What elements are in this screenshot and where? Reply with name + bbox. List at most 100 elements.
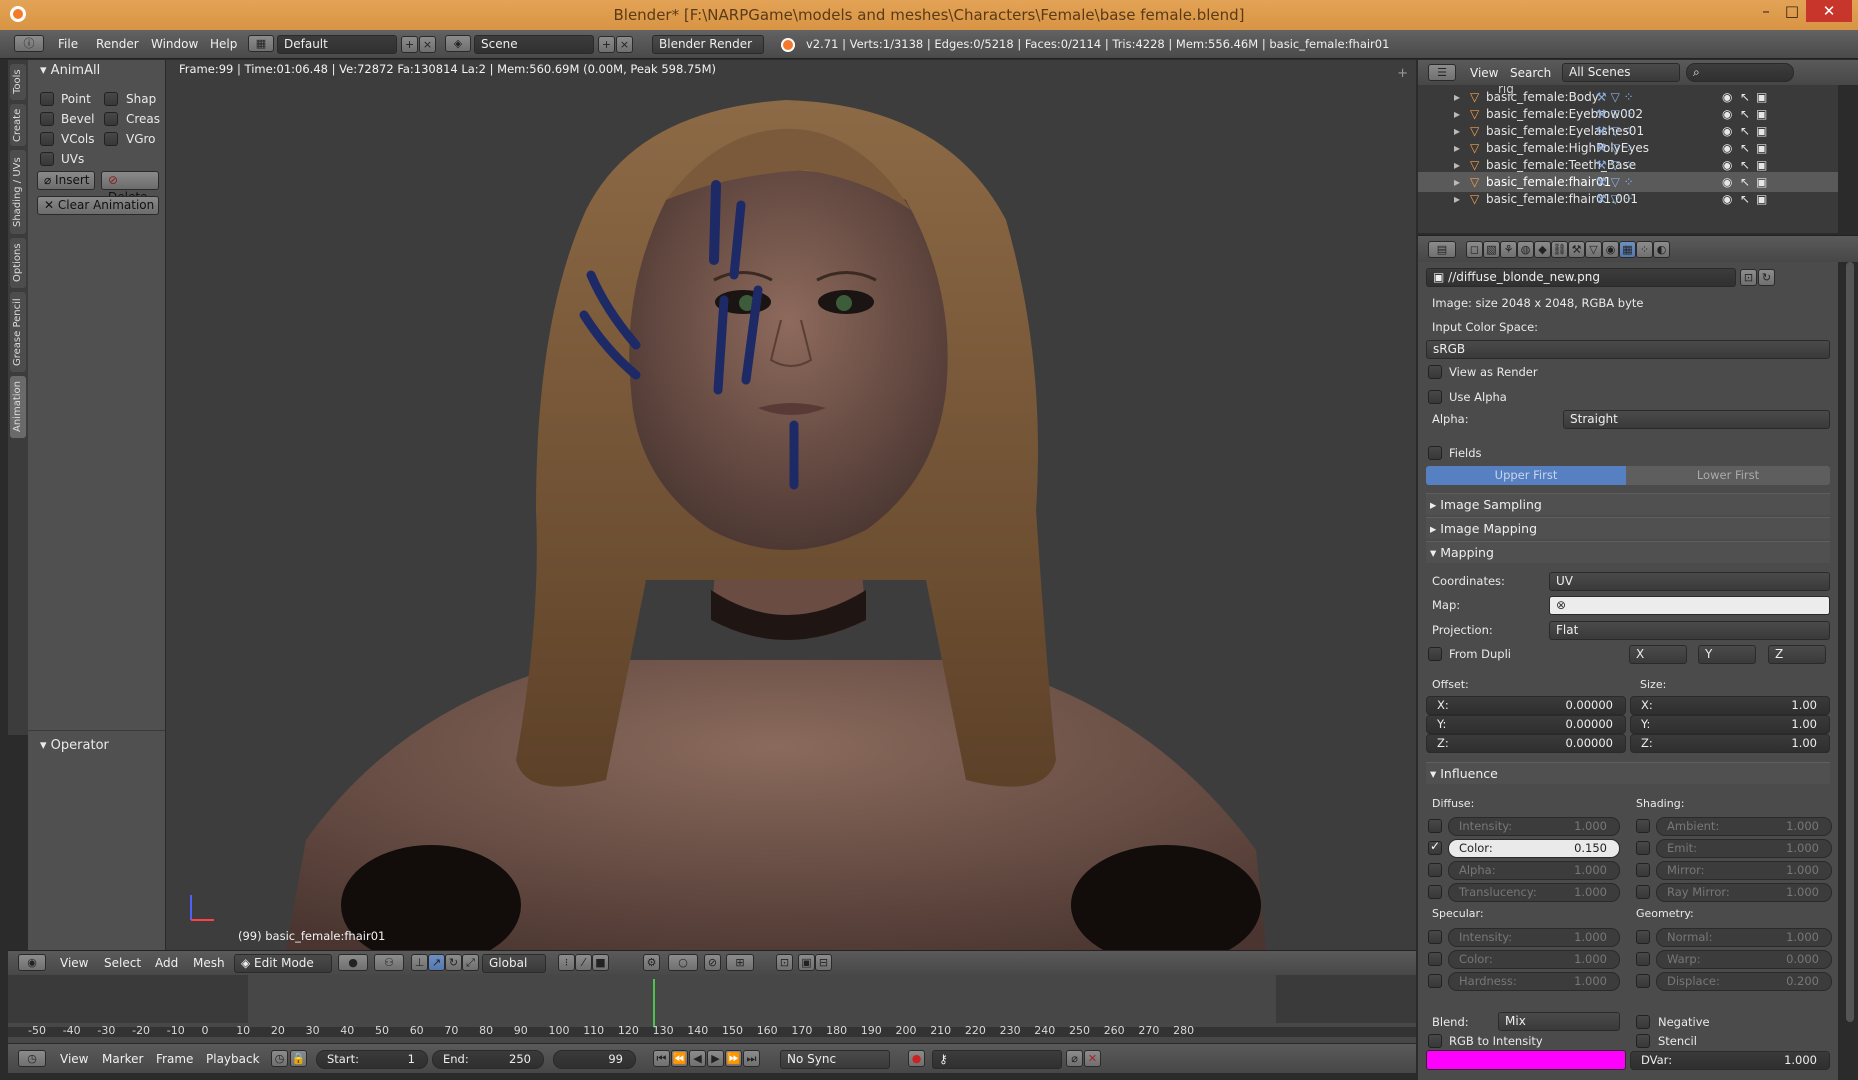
sync-select[interactable]: No Sync	[780, 1050, 890, 1069]
size-y-field[interactable]: Y: 1.00	[1630, 715, 1830, 734]
insert-keyframe-icon[interactable]: ⌀	[1066, 1050, 1083, 1067]
diffuse-0-checkbox[interactable]	[1428, 819, 1442, 833]
checkbox-shap[interactable]	[104, 92, 118, 106]
open-image-icon[interactable]: ⊡	[1740, 269, 1757, 286]
3d-viewport[interactable]: Frame:99 | Time:01:06.48 | Ve:72872 Fa:1…	[166, 60, 1416, 950]
reload-image-icon[interactable]: ↻	[1758, 269, 1775, 286]
diffuse-0-field[interactable]: Intensity: 1.000	[1448, 817, 1620, 836]
upper-first-toggle[interactable]: Upper First	[1426, 466, 1626, 485]
shading-2-field[interactable]: Mirror: 1.000	[1656, 861, 1832, 880]
menu-help[interactable]: Help	[210, 37, 237, 51]
start-frame-field[interactable]: Start: 1	[316, 1050, 428, 1069]
shading-3-checkbox[interactable]	[1636, 885, 1650, 899]
menu-timeline-view[interactable]: View	[60, 1052, 88, 1066]
timeline-area[interactable]	[8, 975, 1416, 1050]
checkbox-uvs[interactable]	[40, 152, 54, 166]
particles-tab-icon[interactable]: ⁘	[1636, 241, 1653, 258]
geometry-0-field[interactable]: Normal: 1.000	[1656, 928, 1832, 947]
influence-header[interactable]: ▾ Influence	[1426, 762, 1830, 784]
specular-2-checkbox[interactable]	[1428, 974, 1442, 988]
manipulator-toggle-icon[interactable]: ⊥	[411, 954, 428, 971]
menu-outliner-view[interactable]: View	[1470, 66, 1498, 80]
menu-playback[interactable]: Playback	[206, 1052, 260, 1066]
geometry-1-checkbox[interactable]	[1636, 952, 1650, 966]
animall-panel-header[interactable]: ▾ AnimAll	[40, 63, 100, 78]
snap-element-icon[interactable]: ⊞	[726, 954, 754, 971]
geometry-2-checkbox[interactable]	[1636, 974, 1650, 988]
specular-2-field[interactable]: Hardness: 1.000	[1448, 972, 1620, 991]
size-x-field[interactable]: X: 1.00	[1630, 696, 1830, 715]
lock-range-icon[interactable]: 🔒	[290, 1050, 307, 1067]
object-tab-icon[interactable]: ◆	[1534, 241, 1551, 258]
scene-tab-icon[interactable]: ⚘	[1500, 241, 1517, 258]
renderable-camera-icon[interactable]: ▣	[1756, 189, 1767, 209]
specular-0-checkbox[interactable]	[1428, 930, 1442, 944]
viewport-plus-icon[interactable]: +	[1397, 66, 1408, 81]
shading-3-field[interactable]: Ray Mirror: 1.000	[1656, 883, 1832, 902]
orientation-select[interactable]: Global	[482, 954, 546, 973]
record-icon[interactable]: ●	[908, 1050, 925, 1067]
add-scene-icon[interactable]: +	[598, 36, 615, 53]
modifiers-tab-icon[interactable]: ⚒	[1568, 241, 1585, 258]
diffuse-2-field[interactable]: Alpha: 1.000	[1448, 861, 1620, 880]
axis-z-select[interactable]: Z	[1768, 645, 1826, 664]
view-as-render-checkbox[interactable]	[1428, 365, 1442, 379]
preview-range-icon[interactable]: ◷	[271, 1050, 288, 1067]
clear-animation-button[interactable]: ✕ Clear Animation	[37, 196, 159, 215]
diffuse-2-checkbox[interactable]	[1428, 863, 1442, 877]
play-reverse-icon[interactable]: ◀	[689, 1050, 706, 1067]
lower-first-toggle[interactable]: Lower First	[1626, 466, 1830, 485]
tab-shading-uvs[interactable]: Shading / UVs	[10, 150, 26, 234]
opengl-icon[interactable]: ⊟	[815, 954, 832, 971]
keying-set-field[interactable]: ⚷	[932, 1050, 1062, 1069]
visibility-eye-icon[interactable]: ◉	[1722, 189, 1732, 209]
dvar-field[interactable]: DVar: 1.000	[1630, 1051, 1830, 1070]
tab-animation[interactable]: Animation	[10, 376, 26, 438]
image-path-field[interactable]: ▣ //diffuse_blonde_new.png	[1426, 268, 1736, 287]
stencil-checkbox[interactable]	[1636, 1034, 1650, 1048]
specular-0-field[interactable]: Intensity: 1.000	[1448, 928, 1620, 947]
checkbox-bevel[interactable]	[40, 112, 54, 126]
specular-1-checkbox[interactable]	[1428, 952, 1442, 966]
add-layout-icon[interactable]: +	[401, 36, 418, 53]
editor-type-timeline-icon[interactable]: ◷	[18, 1050, 46, 1067]
menu-select[interactable]: Select	[104, 956, 141, 970]
constraints-tab-icon[interactable]: ⛓	[1551, 241, 1568, 258]
jump-start-icon[interactable]: ⏮	[653, 1050, 670, 1067]
specular-1-field[interactable]: Color: 1.000	[1448, 950, 1620, 969]
rgb-to-intensity-checkbox[interactable]	[1428, 1034, 1442, 1048]
image-sampling-header[interactable]: ▸ Image Sampling	[1426, 493, 1830, 515]
mode-select[interactable]: ◈ Edit Mode	[234, 954, 332, 973]
diffuse-1-field[interactable]: Color: 0.150	[1448, 839, 1620, 858]
material-tab-icon[interactable]: ◉	[1602, 241, 1619, 258]
delete-button[interactable]: ⊘ Delete	[101, 171, 159, 204]
delete-keyframe-icon[interactable]: ✕	[1084, 1050, 1101, 1067]
menu-render[interactable]: Render	[96, 37, 139, 51]
negative-checkbox[interactable]	[1636, 1015, 1650, 1029]
tab-options[interactable]: Options	[10, 238, 26, 288]
axis-x-select[interactable]: X	[1629, 645, 1687, 664]
checkbox-vcols[interactable]	[40, 132, 54, 146]
texture-color-swatch[interactable]	[1426, 1050, 1626, 1070]
checkbox-vgro[interactable]	[104, 132, 118, 146]
outliner-search-input[interactable]: ⌕	[1686, 63, 1794, 82]
diffuse-3-checkbox[interactable]	[1428, 885, 1442, 899]
menu-marker[interactable]: Marker	[102, 1052, 143, 1066]
prev-keyframe-icon[interactable]: ⏪	[671, 1050, 688, 1067]
outliner[interactable]: rig ▸ ▽ basic_female:Body ⚒ ▽ ⁘ ◉ ↖ ▣ ▸ ▽ basic_f…	[1418, 85, 1838, 233]
pivot-icon[interactable]: ⚇	[374, 954, 404, 971]
shading-0-field[interactable]: Ambient: 1.000	[1656, 817, 1832, 836]
outliner-filter-select[interactable]: All Scenes	[1562, 63, 1680, 82]
end-frame-field[interactable]: End: 250	[432, 1050, 544, 1069]
checkbox-creas[interactable]	[104, 112, 118, 126]
scale-icon[interactable]: ⤢	[462, 954, 479, 971]
render-engine-select[interactable]: Blender Render	[652, 35, 764, 54]
selectable-cursor-icon[interactable]: ↖	[1740, 189, 1750, 209]
jump-end-icon[interactable]: ⏭	[743, 1050, 760, 1067]
menu-add[interactable]: Add	[155, 956, 178, 970]
close-button[interactable]: ✕	[1806, 0, 1852, 22]
render-anim-icon[interactable]: ▣	[798, 954, 815, 971]
mapping-header[interactable]: ▾ Mapping	[1426, 541, 1830, 563]
data-tab-icon[interactable]: ▽	[1585, 241, 1602, 258]
render-tab-icon[interactable]: ◻	[1466, 241, 1483, 258]
